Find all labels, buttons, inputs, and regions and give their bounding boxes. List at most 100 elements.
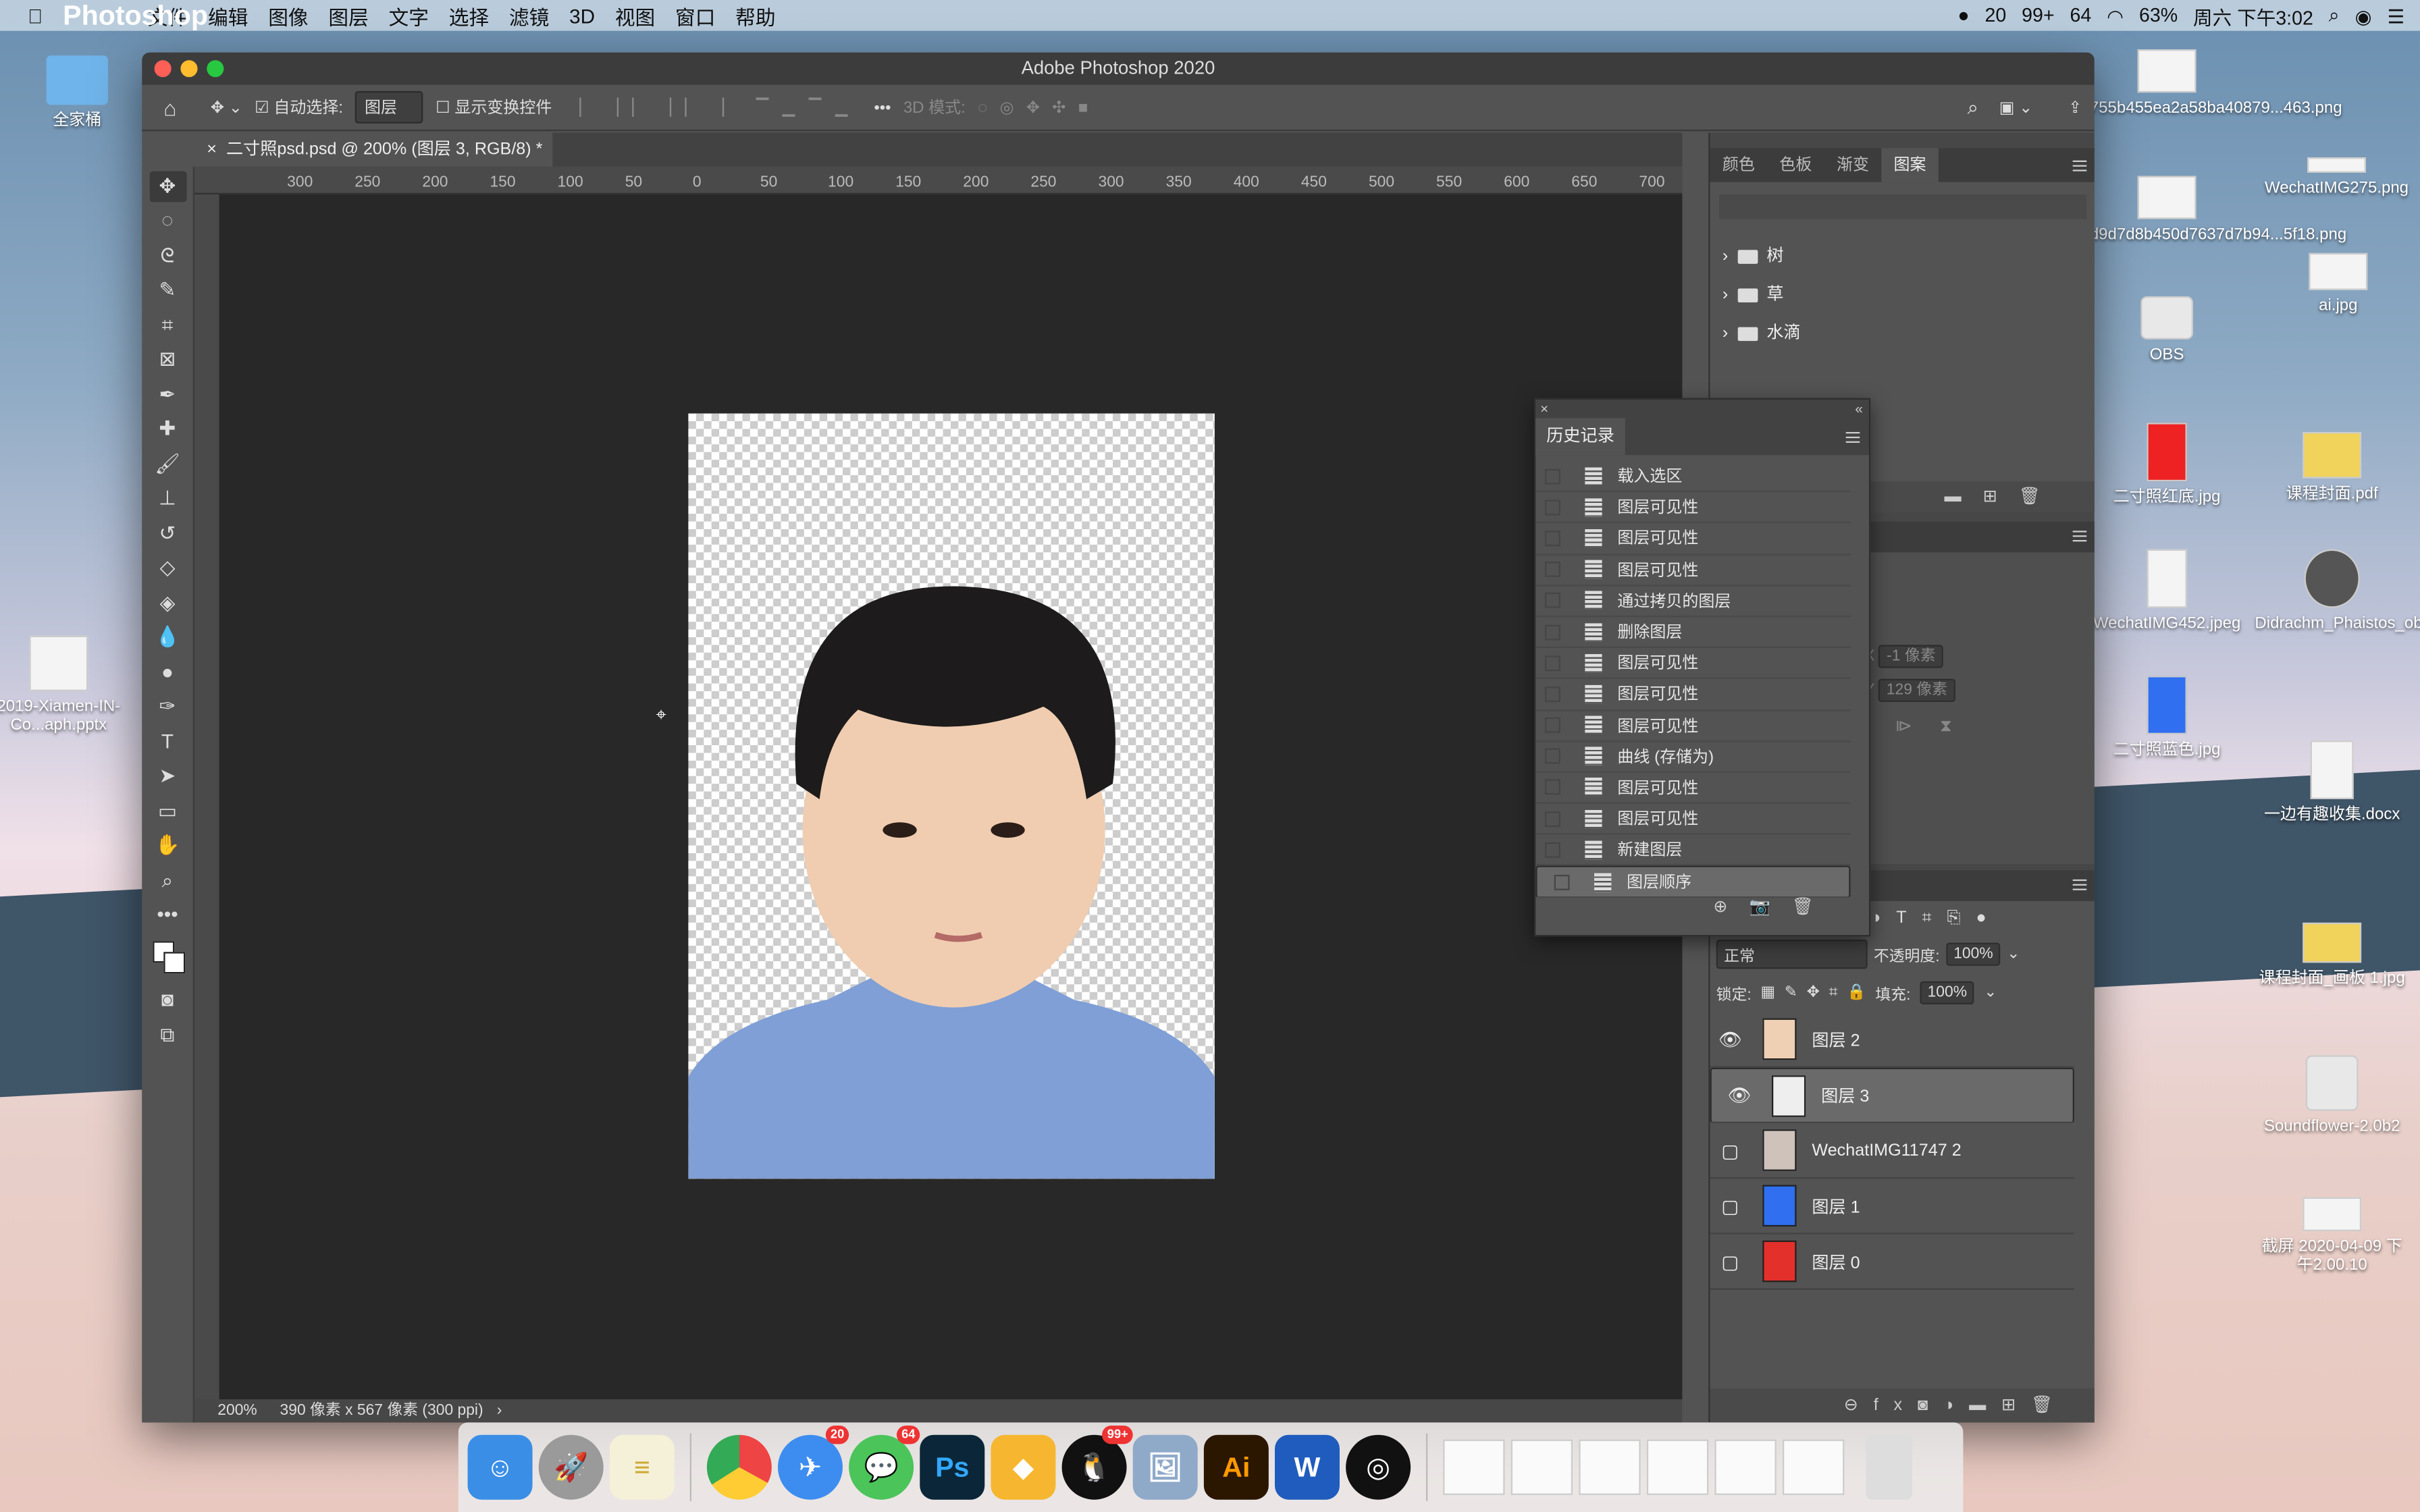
align-icons[interactable]: ▏▕▏▕▏▕ ▔▁▔▁: [579, 98, 862, 116]
stamp-tool-icon[interactable]: ⊥: [149, 483, 186, 514]
x-value[interactable]: -1 像素: [1878, 645, 1943, 668]
history-state[interactable]: 图层可见性: [1535, 648, 1851, 680]
canvas-area[interactable]: ⌖: [219, 194, 1683, 1400]
history-state[interactable]: 曲线 (存储为): [1535, 742, 1851, 773]
fill-chevron-icon[interactable]: ⌄: [1984, 984, 1997, 1001]
menu-select[interactable]: 选择: [449, 1, 489, 30]
visibility-toggle[interactable]: ▢: [1710, 1195, 1750, 1216]
history-state[interactable]: 图层可见性: [1535, 555, 1851, 586]
desktop-icon[interactable]: OBS: [2090, 296, 2244, 364]
status-badge-2[interactable]: 99+: [2022, 5, 2054, 26]
tab-history[interactable]: 历史记录: [1535, 418, 1625, 456]
snapshot-checkbox[interactable]: [1544, 749, 1560, 765]
quick-mask-icon[interactable]: ◙: [149, 984, 186, 1015]
status-chevron-icon[interactable]: ›: [497, 1403, 502, 1420]
collapse-panel-icon[interactable]: «: [1855, 400, 1862, 418]
zoom-window-button[interactable]: [207, 60, 224, 78]
workspace-icon[interactable]: ▣ ⌄: [1999, 98, 2032, 116]
zoom-level[interactable]: 200%: [217, 1403, 257, 1420]
desktop-icon[interactable]: WechatIMG452.jpeg: [2090, 549, 2244, 632]
delete-layer-icon[interactable]: 🗑: [2031, 1397, 2068, 1415]
delete-pattern-icon[interactable]: 🗑: [2019, 487, 2062, 506]
history-state[interactable]: 图层可见性: [1535, 679, 1851, 711]
document-image[interactable]: [688, 413, 1215, 1179]
desktop-icon[interactable]: 课程封面.pdf: [2255, 431, 2409, 503]
quick-select-tool-icon[interactable]: ✎: [149, 275, 186, 306]
snapshot-checkbox[interactable]: [1544, 468, 1560, 484]
chrome-icon[interactable]: [706, 1434, 772, 1500]
lock-paint-icon[interactable]: ✎: [1785, 984, 1797, 1001]
new-group-icon[interactable]: ▬: [1969, 1397, 2001, 1415]
history-brush-tool-icon[interactable]: ↺: [149, 518, 186, 549]
new-layer-icon[interactable]: ⊞: [2001, 1397, 2031, 1415]
delete-state-icon[interactable]: 🗑: [1792, 898, 1835, 916]
panel-menu-icon[interactable]: [2072, 531, 2087, 542]
snapshot-checkbox[interactable]: [1544, 593, 1560, 609]
blend-mode-dropdown[interactable]: 正常: [1716, 939, 1868, 969]
snapshot-checkbox[interactable]: [1544, 842, 1560, 858]
snapshot-checkbox[interactable]: [1544, 718, 1560, 733]
zoom-tool-icon[interactable]: ⌕: [149, 865, 186, 896]
close-window-button[interactable]: [154, 60, 172, 78]
tab-color[interactable]: 颜色: [1710, 148, 1768, 182]
eyedropper-tool-icon[interactable]: ✒: [149, 379, 186, 410]
more-tools-icon[interactable]: •••: [149, 900, 186, 931]
history-state[interactable]: 通过拷贝的图层: [1535, 586, 1851, 618]
path-select-tool-icon[interactable]: ➤: [149, 761, 186, 792]
minimized-window[interactable]: [1646, 1439, 1709, 1495]
layer-row[interactable]: ▢ 图层 1: [1710, 1179, 2074, 1235]
history-state[interactable]: 图层可见性: [1535, 773, 1851, 804]
new-pattern-icon[interactable]: ⊞: [1983, 487, 2019, 506]
desktop-icon[interactable]: 二寸照蓝色.jpg: [2090, 676, 2244, 759]
visibility-eye-icon[interactable]: 👁: [1710, 1028, 1750, 1050]
lock-pixels-icon[interactable]: ▦: [1760, 984, 1775, 1001]
notes-icon[interactable]: ≡: [609, 1434, 675, 1500]
snapshot-checkbox[interactable]: [1544, 500, 1560, 515]
menu-view[interactable]: 视图: [615, 1, 655, 30]
document-info[interactable]: 390 像素 x 567 像素 (300 ppi): [280, 1403, 483, 1420]
siri-icon[interactable]: ◉: [2355, 4, 2372, 27]
tab-swatches[interactable]: 色板: [1767, 148, 1824, 182]
desktop-icon[interactable]: 课程封面_画板 1.jpg: [2255, 922, 2409, 988]
minimize-window-button[interactable]: [180, 60, 198, 78]
layer-row[interactable]: 👁 图层 2: [1710, 1012, 2074, 1068]
close-panel-icon[interactable]: ×: [1540, 401, 1548, 416]
fill-input[interactable]: 100%: [1920, 981, 1975, 1004]
visibility-toggle[interactable]: ▢: [1710, 1139, 1750, 1161]
snapshot-checkbox[interactable]: [1544, 562, 1560, 578]
auto-select-checkbox[interactable]: ☑ 自动选择:: [255, 96, 343, 119]
dingtalk-status-icon[interactable]: ●: [1957, 5, 1969, 26]
fx-icon[interactable]: fx: [1874, 1397, 1918, 1415]
desktop-icon[interactable]: 全家桶: [0, 55, 155, 130]
blur-tool-icon[interactable]: 💧: [149, 622, 186, 653]
lasso-tool-icon[interactable]: ᘓ: [149, 240, 186, 271]
clock[interactable]: 周六 下午3:02: [2193, 1, 2313, 30]
frame-tool-icon[interactable]: ⊠: [149, 344, 186, 375]
snapshot-checkbox[interactable]: [1544, 686, 1560, 702]
status-badge-1[interactable]: 20: [1985, 5, 2007, 26]
menu-edit[interactable]: 编辑: [208, 1, 248, 30]
eraser-tool-icon[interactable]: ◇: [149, 552, 186, 583]
opacity-input[interactable]: 100%: [1945, 942, 2001, 966]
menu-image[interactable]: 图像: [268, 1, 308, 30]
dingtalk-icon[interactable]: ✈ 20: [777, 1425, 849, 1500]
snapshot-checkbox[interactable]: [1554, 873, 1570, 890]
desktop-icon[interactable]: 2019-Xiamen-IN-Co...aph.pptx: [0, 635, 136, 734]
desktop-icon[interactable]: Didrachm_Phaistos_obverse_CdM.jpg: [2255, 549, 2420, 632]
show-transform-checkbox[interactable]: ☐ 显示变换控件: [436, 96, 552, 119]
launchpad-icon[interactable]: 🚀: [538, 1434, 604, 1500]
visibility-toggle[interactable]: ▢: [1710, 1251, 1750, 1272]
menu-window[interactable]: 窗口: [675, 1, 715, 30]
desktop-icon[interactable]: 755b455ea2a58ba40879...463.png: [2090, 49, 2342, 117]
hand-tool-icon[interactable]: ✋: [149, 830, 186, 861]
minimized-window[interactable]: [1579, 1439, 1641, 1495]
desktop-icon[interactable]: 二寸照红底.jpg: [2090, 423, 2244, 506]
home-icon[interactable]: ⌂: [163, 95, 176, 120]
type-tool-icon[interactable]: T: [149, 726, 186, 757]
illustrator-icon[interactable]: Ai: [1203, 1434, 1269, 1500]
link-layers-icon[interactable]: ⊖: [1844, 1397, 1874, 1415]
new-document-from-state-icon[interactable]: ⊕: [1713, 898, 1749, 916]
status-badge-3[interactable]: 64: [2070, 5, 2092, 26]
snapshot-camera-icon[interactable]: 📷: [1749, 898, 1791, 916]
desktop-icon[interactable]: 一边有趣收集.docx: [2255, 740, 2409, 824]
